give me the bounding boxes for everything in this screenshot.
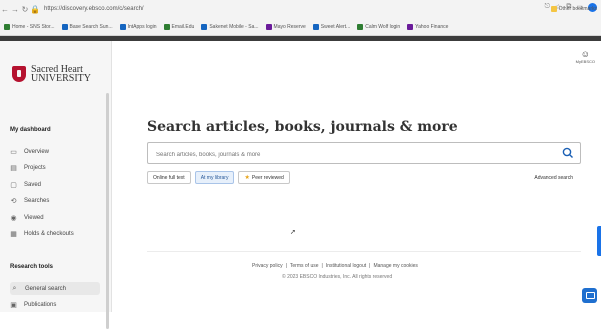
footer-link[interactable]: Privacy policy — [252, 263, 283, 269]
sidebar-scrollbar[interactable] — [106, 93, 109, 329]
star-icon: ★ — [244, 175, 250, 181]
sidebar-item-projects[interactable]: ▤ Projects — [10, 162, 100, 175]
logo-line2: UNIVERSITY — [31, 73, 91, 84]
search-icon[interactable] — [562, 146, 574, 160]
sidebar-item-icon: ▢ — [10, 181, 17, 189]
share-icon[interactable]: ⎋ — [545, 3, 551, 12]
bookmark-favicon-icon — [265, 24, 272, 30]
browser-toolbar: ← → ↻ 🔒 https://discovery.ebsco.com/c/se… — [0, 0, 601, 36]
sidebar-item-saved[interactable]: ▢ Saved — [10, 178, 100, 191]
sidebar-item-label: Viewed — [24, 214, 44, 221]
sidebar-item-label: Searches — [24, 198, 50, 204]
page-title: Search articles, books, journals & more — [147, 119, 458, 135]
chat-icon[interactable] — [582, 288, 597, 303]
sidebar-item-icon: ▭ — [10, 148, 17, 156]
footer-link[interactable]: Institutional logout — [326, 263, 366, 269]
sidebar-item-label: Projects — [24, 165, 46, 171]
bookmark-item[interactable]: Base Search Sun... — [61, 24, 113, 30]
sidebar-item-icon: ⟲ — [10, 198, 17, 205]
shield-icon — [12, 66, 26, 82]
bookmark-item[interactable]: Calm Wolf login — [357, 24, 400, 30]
footer-separator: | — [285, 263, 287, 269]
advanced-search-link[interactable]: Advanced search — [534, 175, 573, 181]
bookmark-favicon-icon — [119, 24, 126, 30]
back-icon[interactable]: ← — [0, 5, 10, 14]
filter-at-my-library[interactable]: At my library — [194, 171, 235, 184]
user-menu[interactable]: ☺ MyEBSCO — [576, 49, 595, 64]
sidebar-item-icon: ◉ — [10, 214, 17, 222]
section-title-research-tools: Research tools — [10, 264, 54, 270]
copyright: © 2023 EBSCO Industries, Inc. All rights… — [282, 274, 393, 280]
url-field[interactable]: https://discovery.ebsco.com/c/search/ — [44, 6, 144, 12]
sidebar-item-searches[interactable]: ⟲ Searches — [10, 195, 100, 208]
search-filters: Online full text At my library ★ Peer re… — [147, 171, 290, 184]
sidebar-item-label: Holds & checkouts — [24, 231, 74, 237]
footer-link[interactable]: Manage my cookies — [373, 263, 417, 269]
bookmark-favicon-icon — [312, 24, 319, 30]
bookmark-item[interactable]: Sakenet Mobile - Sa... — [201, 24, 259, 30]
section-title-dashboard: My dashboard — [10, 127, 51, 133]
other-bookmarks[interactable]: Other bookmarks — [550, 6, 597, 12]
mouse-cursor-icon: ➚ — [290, 229, 296, 236]
footer-separator: | — [321, 263, 323, 269]
sidebar-item-icon: ▤ — [10, 165, 17, 172]
sidebar-item-overview[interactable]: ▭ Overview — [10, 145, 100, 158]
bookmark-item[interactable]: IntApps login — [119, 24, 157, 30]
footer-divider — [147, 251, 581, 252]
lock-icon: 🔒 — [30, 4, 40, 14]
sidebar-item-publications[interactable]: ▣ Publications — [10, 299, 100, 312]
university-logo[interactable]: Sacred Heart UNIVERSITY — [12, 65, 91, 84]
bookmark-favicon-icon — [61, 24, 68, 30]
folder-icon — [550, 6, 557, 12]
bookmark-item[interactable]: Email.Edu — [163, 24, 194, 30]
feedback-tab[interactable] — [597, 226, 601, 256]
bookmark-favicon-icon — [4, 24, 10, 30]
sidebar-item-general-search[interactable]: ⌕ General search — [10, 282, 100, 295]
main-content: ☺ MyEBSCO Search articles, books, journa… — [112, 41, 601, 312]
bookmark-favicon-icon — [163, 24, 170, 30]
sidebar-item-icon: ▣ — [10, 302, 17, 309]
bookmark-favicon-icon — [357, 24, 364, 30]
footer-link[interactable]: Terms of use — [290, 263, 319, 269]
sidebar: Sacred Heart UNIVERSITY My dashboard ▭ Ov… — [0, 41, 112, 329]
bookmark-favicon-icon — [407, 24, 414, 30]
sidebar-item-icon: ▦ — [10, 231, 17, 238]
address-row: ← → ↻ 🔒 https://discovery.ebsco.com/c/se… — [0, 0, 601, 18]
sidebar-item-label: Overview — [24, 148, 50, 155]
forward-icon[interactable]: → — [10, 5, 20, 14]
sidebar-item-label: Publications — [24, 302, 57, 308]
sidebar-item-label: Saved — [24, 181, 42, 188]
sidebar-item-icon: ⌕ — [12, 284, 17, 292]
bookmark-item[interactable]: Yahoo Finance — [407, 24, 448, 30]
sidebar-item-label: General search — [25, 285, 67, 292]
bookmark-item[interactable]: Home - SNS Stor... — [4, 24, 55, 30]
reload-icon[interactable]: ↻ — [20, 5, 30, 14]
bookmark-favicon-icon — [201, 24, 208, 30]
filter-online-full-text[interactable]: Online full text — [147, 171, 191, 184]
bookmarks-bar: Home - SNS Stor... Base Search Sun... IntA… — [0, 18, 601, 36]
bookmark-item[interactable]: Sweet Alert... — [312, 24, 350, 30]
search-input[interactable] — [148, 145, 548, 165]
sidebar-item-holds-checkouts[interactable]: ▦ Holds & checkouts — [10, 228, 100, 241]
filter-peer-reviewed[interactable]: ★ Peer reviewed — [238, 171, 290, 184]
search-box — [147, 142, 581, 165]
footer-separator: | — [369, 263, 371, 269]
user-icon: ☺ — [580, 49, 590, 59]
bookmark-item[interactable]: Mayo Reserve — [265, 24, 306, 30]
sidebar-item-viewed[interactable]: ◉ Viewed — [10, 211, 100, 224]
footer-links: Privacy policy | Terms of use | Institutiona… — [252, 263, 418, 269]
